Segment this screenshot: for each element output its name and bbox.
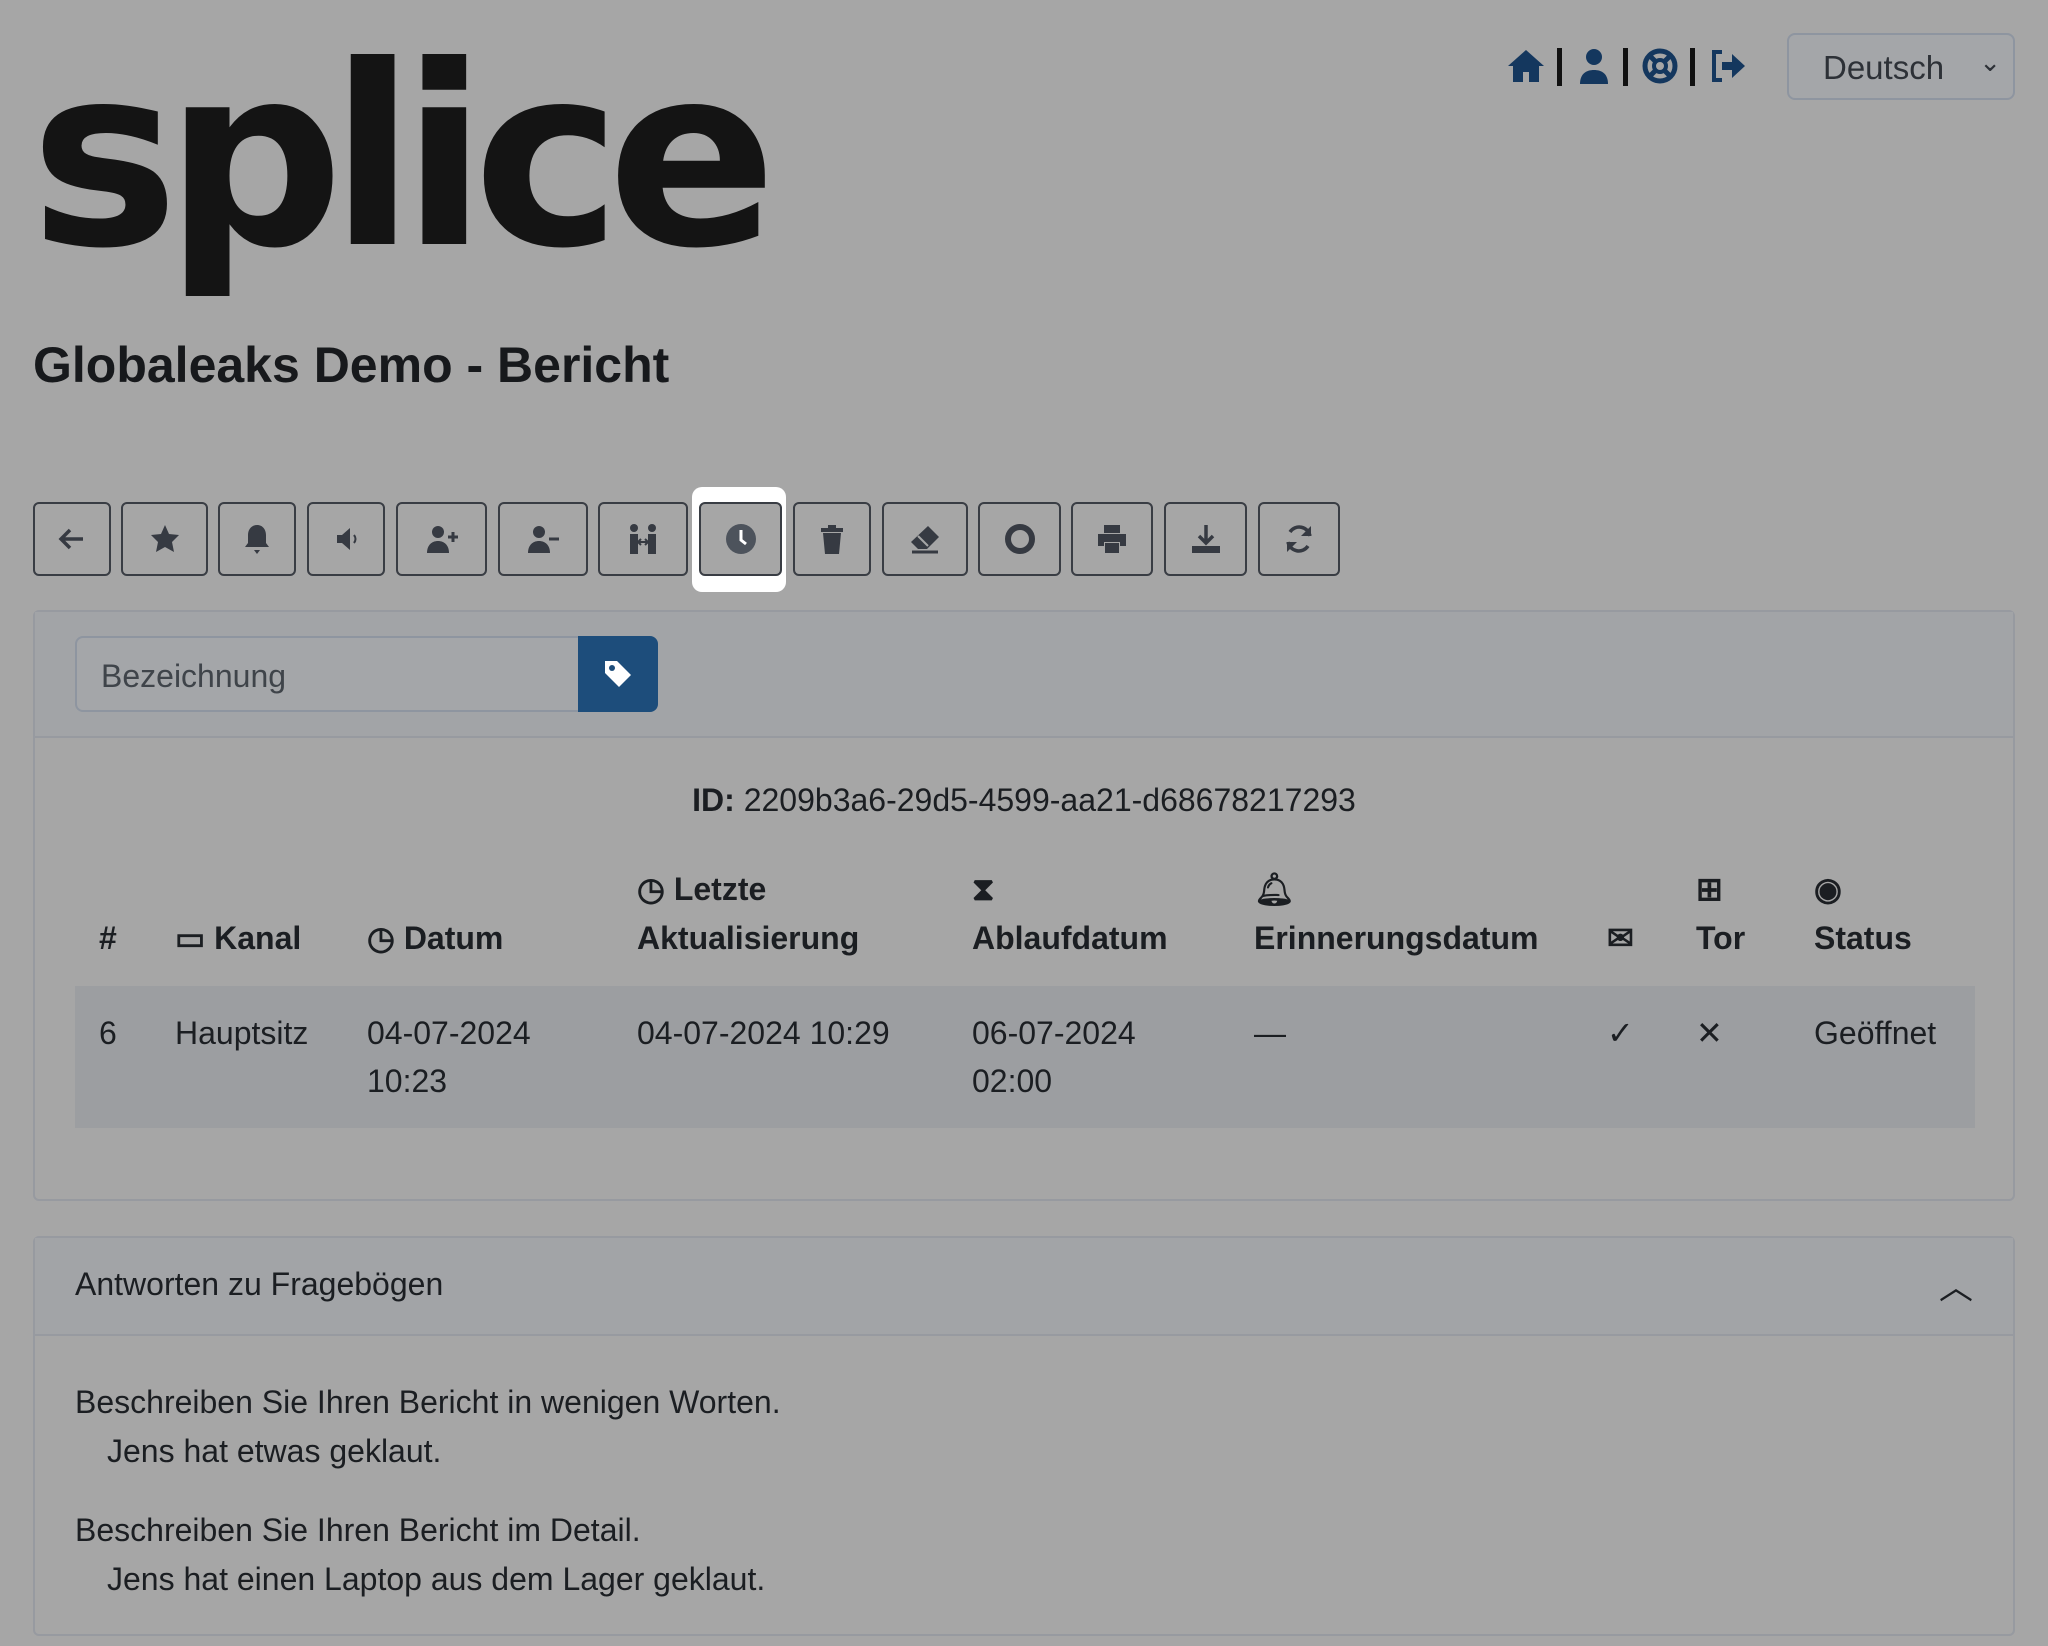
divider — [1690, 48, 1695, 86]
tag-icon — [605, 661, 631, 687]
bell-icon — [245, 525, 269, 554]
print-button[interactable] — [1071, 502, 1153, 576]
header-erinnerung: 🔔︎ Erinnerungsdatum — [1254, 871, 1539, 956]
header-ablauf: ⧗ Ablaufdatum — [972, 871, 1168, 956]
star-button[interactable] — [121, 502, 208, 576]
header-kanal: ▭ Kanal — [175, 920, 302, 956]
cell-status: Geöffnet — [1814, 1015, 1937, 1051]
answer: Jens hat einen Laptop aus dem Lager gekl… — [107, 1561, 766, 1597]
circle-dot-icon: ◉ — [1814, 871, 1842, 907]
report-id: ID: 2209b3a6-29d5-4599-aa21-d68678217293 — [35, 782, 2013, 819]
cell-ablauf: 06-07-2024 02:00 — [972, 1015, 1136, 1099]
user-minus-icon — [528, 526, 559, 553]
clock-icon: ◷ — [637, 871, 665, 907]
refresh-button[interactable] — [1258, 502, 1340, 576]
chevron-up-icon[interactable]: ︿ — [1939, 1260, 1973, 1309]
cell-datum: 04-07-2024 10:23 — [367, 1015, 531, 1099]
id-label: ID: — [692, 782, 735, 818]
question: Beschreiben Sie Ihren Bericht in wenigen… — [75, 1384, 781, 1420]
home-icon[interactable] — [1506, 46, 1546, 86]
tag-button[interactable] — [578, 636, 658, 712]
clock-button[interactable] — [699, 502, 782, 576]
divider — [1557, 48, 1562, 86]
label-input[interactable]: Bezeichnung — [75, 636, 578, 712]
cell-letzte: 04-07-2024 10:29 — [637, 1015, 890, 1051]
id-value: 2209b3a6-29d5-4599-aa21-d68678217293 — [743, 782, 1356, 818]
megaphone-icon — [337, 528, 357, 550]
trash-button[interactable] — [793, 502, 871, 576]
trash-icon — [821, 525, 843, 554]
clock-icon — [725, 524, 756, 554]
header-num: # — [99, 920, 117, 956]
circle-dot-icon — [1004, 524, 1035, 554]
x-icon: ✕ — [1696, 1015, 1723, 1051]
envelope-check-icon: ✉ — [1607, 920, 1634, 956]
cell-num: 6 — [99, 1015, 117, 1051]
download-icon — [1191, 525, 1220, 553]
lifebuoy-icon[interactable] — [1640, 46, 1680, 86]
divider — [1623, 48, 1628, 86]
arrow-left-icon — [58, 528, 83, 550]
user-icon[interactable] — [1574, 46, 1614, 86]
network-icon: ⊞ — [1696, 871, 1723, 907]
label-bar: Bezeichnung — [35, 612, 2013, 738]
answers-header[interactable]: Antworten zu Fragebögen ︿ — [35, 1238, 2013, 1336]
download-button[interactable] — [1164, 502, 1247, 576]
report-card: Bezeichnung ID: 2209b3a6-29d5-4599-aa21-… — [33, 610, 2015, 1201]
bell-button[interactable] — [218, 502, 296, 576]
header-datum: ◷ Datum — [367, 920, 504, 956]
splice-logo: splice — [30, 12, 777, 303]
chevron-down-icon: ⌄ — [1979, 47, 2001, 77]
language-select[interactable]: Deutsch ⌄ — [1787, 33, 2015, 100]
check-icon: ✓ — [1607, 1015, 1634, 1051]
page-title: Globaleaks Demo - Bericht — [33, 337, 670, 393]
arrow-left-button[interactable] — [33, 502, 111, 576]
language-value: Deutsch — [1823, 49, 1945, 86]
clock-icon: ◷ — [367, 920, 395, 956]
people-arrows-icon — [630, 524, 656, 554]
user-plus-icon — [426, 526, 458, 553]
answers-card: Antworten zu Fragebögen ︿ Beschreiben Sie… — [33, 1236, 2015, 1636]
answers-title: Antworten zu Fragebögen — [75, 1266, 444, 1302]
bell-icon: 🔔︎ — [1254, 871, 1295, 907]
header-status: ◉ Status — [1814, 871, 1912, 956]
megaphone-button[interactable] — [307, 502, 385, 576]
user-minus-button[interactable] — [498, 502, 588, 576]
sign-out-icon[interactable] — [1708, 46, 1748, 86]
user-plus-button[interactable] — [396, 502, 487, 576]
star-icon — [150, 525, 179, 552]
print-icon — [1098, 525, 1126, 553]
eraser-icon — [911, 526, 939, 554]
circle-dot-button[interactable] — [978, 502, 1061, 576]
answer: Jens hat etwas geklaut. — [107, 1433, 442, 1469]
header-letzte: ◷ Letzte Aktualisierung — [637, 871, 860, 956]
inbox-icon: ▭ — [175, 920, 206, 956]
hourglass-icon: ⧗ — [972, 871, 995, 907]
eraser-button[interactable] — [882, 502, 968, 576]
people-arrows-button[interactable] — [598, 502, 688, 576]
cell-kanal: Hauptsitz — [175, 1015, 309, 1051]
refresh-icon — [1286, 525, 1312, 553]
question: Beschreiben Sie Ihren Bericht im Detail. — [75, 1512, 641, 1548]
header-tor: ⊞ Tor — [1696, 871, 1746, 956]
cell-erinnerung: — — [1254, 1015, 1286, 1051]
